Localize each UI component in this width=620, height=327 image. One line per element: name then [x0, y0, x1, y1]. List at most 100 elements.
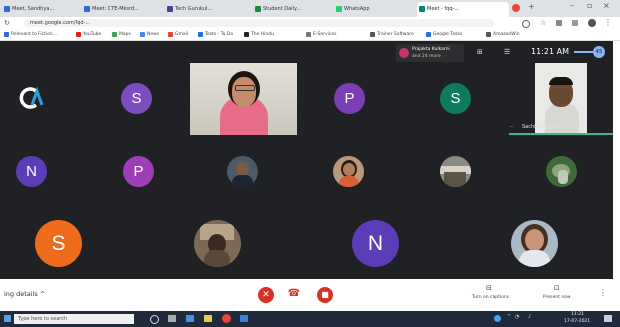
- network-icon[interactable]: ◔: [515, 314, 519, 320]
- person-face: [232, 77, 256, 107]
- bookmark-item[interactable]: Relevant to Fiction...: [4, 30, 57, 39]
- reload-icon[interactable]: ↻: [4, 19, 10, 27]
- presenter-video[interactable]: [190, 63, 297, 135]
- glasses-icon: [235, 85, 255, 91]
- site-favicon: [167, 6, 173, 12]
- taskbar-search-input[interactable]: Type here to search: [14, 314, 134, 324]
- bookmark-item[interactable]: Google Tasks: [426, 30, 462, 39]
- taskbar-time[interactable]: 11:21: [571, 312, 584, 317]
- bookmark-item[interactable]: E-Services: [306, 30, 336, 39]
- bookmark-item[interactable]: The Hindu: [244, 30, 274, 39]
- tray-icon[interactable]: [494, 315, 501, 322]
- chrome-icon[interactable]: [222, 314, 231, 323]
- browser-tab[interactable]: WhatsApp: [334, 2, 414, 17]
- captions-label: Turn on captions: [472, 295, 510, 300]
- bookmarks-bar: Relevant to Fiction... YouTube Maps News…: [0, 29, 620, 41]
- star-icon[interactable]: ☆: [540, 19, 546, 27]
- browser-tab[interactable]: Tech Gurukul...: [165, 2, 250, 17]
- tab-label: Tech Gurukul...: [175, 6, 213, 12]
- profile-avatar[interactable]: [588, 19, 596, 27]
- bookmark-item[interactable]: Trainer Software: [370, 30, 414, 39]
- browser-tab[interactable]: Meet, Sandhya...: [2, 2, 80, 17]
- task-view-icon[interactable]: [168, 315, 176, 322]
- window-edge: [613, 41, 620, 311]
- ca-logo-icon: [19, 86, 44, 109]
- mic-off-button[interactable]: ✕: [258, 287, 274, 303]
- participant-photo[interactable]: [227, 156, 258, 187]
- extension-icon[interactable]: [572, 20, 578, 26]
- bookmark-item[interactable]: YouTube: [76, 30, 101, 39]
- meeting-details-button[interactable]: ing details ^: [4, 290, 45, 298]
- chevron-up-icon: ^: [39, 290, 46, 298]
- end-call-icon[interactable]: ☎: [286, 286, 302, 302]
- camera-off-button[interactable]: ■: [317, 287, 333, 303]
- person-hair: [549, 77, 573, 85]
- taskbar-app-icon[interactable]: [186, 315, 194, 322]
- tab-label: WhatsApp: [344, 6, 370, 12]
- recording-dot-icon: [512, 4, 520, 12]
- address-input[interactable]: meet.google.com/fqd-...: [24, 19, 494, 27]
- volume-icon[interactable]: ♪: [528, 314, 531, 320]
- participant-photo[interactable]: [194, 220, 241, 267]
- browser-tab-bar: Meet, Sandhya... Meet: CTE-Mksrd... Tech…: [0, 0, 620, 17]
- cortana-icon[interactable]: [150, 315, 159, 324]
- file-explorer-icon[interactable]: [204, 315, 212, 322]
- participant-count-badge[interactable]: 45: [593, 46, 605, 58]
- captions-icon[interactable]: ⊟: [486, 284, 492, 292]
- meet-favicon: [84, 6, 90, 12]
- bookmark-item[interactable]: Gmail: [168, 30, 188, 39]
- more-options-icon[interactable]: ⋮: [599, 288, 607, 297]
- participant-avatar[interactable]: S: [35, 220, 82, 267]
- participant-tile[interactable]: [14, 82, 46, 114]
- participant-avatar[interactable]: P: [334, 83, 365, 114]
- participant-avatar[interactable]: N: [352, 220, 399, 267]
- camera-icon[interactable]: [522, 20, 530, 28]
- presenter-sub: and 24 more: [412, 54, 441, 59]
- meet-favicon: [4, 6, 10, 12]
- site-favicon: [255, 6, 261, 12]
- taskbar-date[interactable]: 17-07-2021: [564, 319, 590, 324]
- notification-icon[interactable]: [604, 315, 612, 322]
- tab-label: Meet - fqq-...: [427, 6, 460, 12]
- participant-avatar[interactable]: S: [440, 83, 471, 114]
- browser-tab[interactable]: Meet: CTE-Mksrd...: [82, 2, 162, 17]
- layout-icon[interactable]: ⊞: [477, 48, 483, 56]
- tray-chevron-icon[interactable]: ^: [507, 314, 511, 320]
- meeting-controls-bar: ing details ^ ✕ ☎ ■ ⊟ Turn on captions ⊡…: [0, 279, 613, 311]
- tab-label: Meet: CTE-Mksrd...: [92, 6, 139, 12]
- bookmark-item[interactable]: Tests - To Do: [198, 30, 233, 39]
- bookmark-item[interactable]: AmazonWin: [486, 30, 520, 39]
- menu-icon[interactable]: ⋮: [604, 18, 612, 27]
- participant-photo[interactable]: [546, 156, 577, 187]
- extension-icon[interactable]: [556, 20, 562, 26]
- more-options-icon[interactable]: ···: [509, 124, 514, 130]
- address-text: meet.google.com/fqd-...: [30, 20, 91, 26]
- maximize-button[interactable]: ▫: [587, 1, 592, 10]
- presenter-avatar: [399, 48, 409, 58]
- whatsapp-favicon: [336, 6, 342, 12]
- time-bar: [574, 51, 594, 53]
- active-speaker-indicator: [509, 133, 613, 135]
- speaker-name-label: Sachin Gaikwad: [522, 124, 562, 130]
- participant-photo[interactable]: [333, 156, 364, 187]
- chat-icon[interactable]: ☰: [504, 48, 510, 56]
- taskbar-app-icon[interactable]: [240, 315, 248, 322]
- participant-photo[interactable]: [440, 156, 471, 187]
- windows-start-icon[interactable]: [4, 315, 11, 322]
- participant-avatar[interactable]: N: [16, 156, 47, 187]
- presenter-name: Prajakta Kulkarni: [412, 47, 450, 52]
- bookmark-item[interactable]: Maps: [112, 30, 131, 39]
- browser-tab[interactable]: Student Daily...: [253, 2, 331, 17]
- browser-tab-active[interactable]: Meet - fqq-...: [417, 2, 509, 17]
- minimize-button[interactable]: –: [570, 1, 574, 10]
- participant-avatar[interactable]: S: [121, 83, 152, 114]
- present-icon[interactable]: ⊡: [554, 284, 560, 292]
- person-shirt: [545, 103, 579, 135]
- new-tab-button[interactable]: +: [528, 2, 535, 11]
- close-window-button[interactable]: ×: [603, 1, 610, 10]
- bookmark-item[interactable]: News: [140, 30, 159, 39]
- present-label: Present now: [543, 295, 571, 300]
- participant-photo[interactable]: [511, 220, 558, 267]
- presenter-chip[interactable]: Prajakta Kulkarni and 24 more: [396, 44, 464, 62]
- participant-avatar[interactable]: P: [123, 156, 154, 187]
